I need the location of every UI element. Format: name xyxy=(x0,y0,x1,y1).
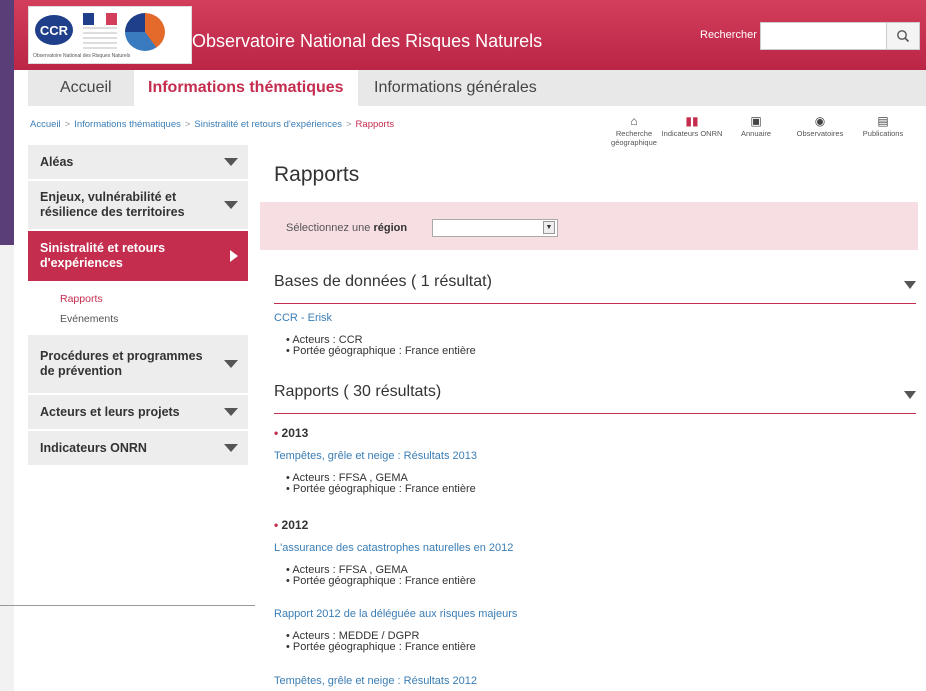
report-link[interactable]: L'assurance des catastrophes naturelles … xyxy=(274,542,513,554)
sidebar-item-indicateurs[interactable]: Indicateurs ONRN xyxy=(28,431,248,467)
database-details: Acteurs : CCR Portée géographique : Fran… xyxy=(286,335,475,357)
search-button[interactable] xyxy=(886,22,920,50)
bar-chart-icon: ▮▮ xyxy=(685,114,699,128)
sidebar-item-label: Enjeux, vulnérabilité et résilience des … xyxy=(40,190,185,219)
report-details: Acteurs : FFSA , GEMA Portée géographiqu… xyxy=(286,565,475,587)
dropdown-arrow-icon: ▼ xyxy=(543,221,555,234)
tab-accueil[interactable]: Accueil xyxy=(46,70,126,106)
toolbar-label: Observatoires xyxy=(796,129,844,138)
background-divider xyxy=(0,605,255,606)
publications-icon: ▤ xyxy=(877,114,889,128)
search-input[interactable] xyxy=(760,22,888,50)
sidebar-item-label: Indicateurs ONRN xyxy=(40,440,147,455)
report-details: Acteurs : FFSA , GEMA Portée géographiqu… xyxy=(286,473,475,495)
chevron-down-icon xyxy=(224,201,238,209)
region-select[interactable]: ▼ xyxy=(432,219,558,237)
ccr-logo-icon: CCR xyxy=(35,15,73,45)
site-title: Observatoire National des Risques Nature… xyxy=(192,31,543,51)
database-link[interactable]: CCR - Erisk xyxy=(274,312,332,324)
toolbar-label: Indicateurs ONRN xyxy=(661,129,723,138)
chevron-right-icon xyxy=(230,250,238,262)
report-link[interactable]: Tempêtes, grêle et neige : Résultats 201… xyxy=(274,450,477,462)
tab-informations-thematiques[interactable]: Informations thématiques xyxy=(134,70,358,106)
sidebar-item-acteurs[interactable]: Acteurs et leurs projets xyxy=(28,395,248,431)
report-link[interactable]: Tempêtes, grêle et neige : Résultats 201… xyxy=(274,675,477,687)
breadcrumb-item[interactable]: Accueil xyxy=(30,119,61,130)
year-heading: • 2013 xyxy=(274,426,309,440)
search-label: Rechercher xyxy=(700,29,757,41)
section-title: Rapports ( 30 résultats) xyxy=(274,383,442,400)
chevron-down-icon xyxy=(224,158,238,166)
toolbar-indicateurs-onrn[interactable]: ▮▮ Indicateurs ONRN xyxy=(660,113,724,138)
chevron-down-icon xyxy=(224,360,238,368)
sidebar-subitem-rapports[interactable]: Rapports xyxy=(28,289,248,309)
site-logo[interactable]: CCR Observatoire National des Risques Na… xyxy=(28,6,192,64)
site-header: CCR Observatoire National des Risques Na… xyxy=(14,0,926,70)
breadcrumb: Accueil > Informations thématiques > Sinistr… xyxy=(30,119,395,130)
year-heading: • 2012 xyxy=(274,518,309,532)
report-details: Acteurs : MEDDE / DGPR Portée géographiq… xyxy=(286,631,475,653)
sidebar-item-enjeux[interactable]: Enjeux, vulnérabilité et résilience des … xyxy=(28,181,248,231)
french-flag-icon xyxy=(83,13,117,25)
toolbar-label: Annuaire xyxy=(740,129,772,138)
collapse-triangle-icon xyxy=(904,391,916,399)
main-nav: Accueil Informations thématiques Informa… xyxy=(28,70,926,106)
toolbar-observatoires[interactable]: ◉ Observatoires xyxy=(788,113,852,138)
sidebar-item-sinistralite[interactable]: Sinistralité et retours d'expériences xyxy=(28,231,248,283)
prevention-logo-icon xyxy=(125,13,165,51)
section-reports-header[interactable]: Rapports ( 30 résultats) xyxy=(274,383,916,414)
tab-informations-generales[interactable]: Informations générales xyxy=(360,70,551,106)
logo-caption: Observatoire National des Risques Nature… xyxy=(33,53,131,59)
chevron-down-icon xyxy=(224,408,238,416)
region-filter: Sélectionnez une région ▼ xyxy=(260,202,918,250)
sidebar-item-label: Acteurs et leurs projets xyxy=(40,404,180,419)
breadcrumb-item[interactable]: Sinistralité et retours d'expériences xyxy=(194,119,342,130)
government-logo-icon xyxy=(83,27,117,49)
toolbar-publications[interactable]: ▤ Publications xyxy=(852,113,914,138)
sidebar-item-procedures[interactable]: Procédures et programmes de prévention xyxy=(28,335,248,395)
search-icon xyxy=(897,30,910,43)
sidebar-subitem-evenements[interactable]: Evénements xyxy=(28,309,248,329)
toolbar-label: Recherche géographique xyxy=(611,129,657,147)
region-label: Sélectionnez une région xyxy=(286,222,408,234)
sidebar-item-aleas[interactable]: Aléas xyxy=(28,145,248,181)
sidebar-item-label: Procédures et programmes de prévention xyxy=(40,349,203,378)
sidebar: Aléas Enjeux, vulnérabilité et résilienc… xyxy=(28,145,248,467)
eye-icon: ◉ xyxy=(814,114,826,128)
contact-book-icon: ▣ xyxy=(750,114,762,128)
sidebar-item-label: Sinistralité et retours d'expériences xyxy=(40,241,166,270)
toolbar-recherche-geographique[interactable]: ⌂ Recherche géographique xyxy=(602,113,666,147)
page-title: Rapports xyxy=(274,163,360,186)
sidebar-item-label: Aléas xyxy=(40,154,74,169)
breadcrumb-item[interactable]: Informations thématiques xyxy=(74,119,181,130)
section-title: Bases de données ( 1 résultat) xyxy=(274,273,492,290)
toolbar-label: Publications xyxy=(862,129,904,138)
home-map-icon: ⌂ xyxy=(630,114,638,128)
breadcrumb-current: Rapports xyxy=(355,119,395,130)
toolbar-annuaire[interactable]: ▣ Annuaire xyxy=(724,113,788,138)
chevron-down-icon xyxy=(224,444,238,452)
page: CCR Observatoire National des Risques Na… xyxy=(14,0,926,691)
collapse-triangle-icon xyxy=(904,281,916,289)
section-databases-header[interactable]: Bases de données ( 1 résultat) xyxy=(274,273,916,304)
report-link[interactable]: Rapport 2012 de la déléguée aux risques … xyxy=(274,608,517,620)
